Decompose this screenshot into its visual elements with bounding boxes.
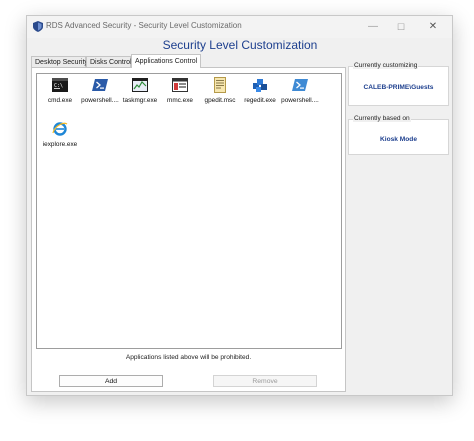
app-label: taskmgr.exe [122, 97, 158, 104]
list-item[interactable]: mmc.exe [160, 77, 200, 104]
currently-based-on-group: Currently based on Kiosk Mode [348, 115, 449, 155]
list-item[interactable]: powershell.... [280, 77, 320, 104]
powershell-icon [92, 79, 108, 91]
regedit-icon [253, 79, 267, 92]
app-label: cmd.exe [47, 97, 73, 104]
app-label: powershell.... [281, 97, 319, 104]
group-title: Currently customizing [353, 62, 419, 69]
list-item[interactable]: regedit.exe [240, 77, 280, 104]
list-item[interactable]: C:\ cmd.exe [40, 77, 80, 104]
customizing-target: CALEB-PRIME\Guests [363, 84, 434, 91]
gpedit-icon [214, 77, 226, 93]
close-button[interactable]: ✕ [420, 18, 446, 36]
window-title: RDS Advanced Security - Security Level C… [46, 21, 242, 30]
currently-customizing-group: Currently customizing CALEB-PRIME\Guests [348, 62, 449, 106]
shield-icon [33, 21, 43, 32]
remove-button[interactable]: Remove [213, 375, 317, 387]
page-title: Security Level Customization [162, 38, 318, 52]
minimize-button[interactable]: — [360, 18, 386, 36]
mmc-icon [172, 78, 188, 92]
app-label: regedit.exe [244, 97, 276, 104]
group-title: Currently based on [353, 115, 411, 122]
task-manager-icon [132, 78, 148, 92]
title-bar[interactable]: RDS Advanced Security - Security Level C… [27, 16, 452, 38]
tab-desktop-security[interactable]: Desktop Security [31, 56, 88, 67]
tab-disks-control[interactable]: Disks Control [86, 56, 132, 67]
list-item[interactable]: iexplore.exe [40, 121, 80, 148]
app-label: mmc.exe [167, 97, 193, 104]
based-on-profile: Kiosk Mode [379, 136, 417, 143]
list-item[interactable]: gpedit.msc [200, 77, 240, 104]
add-button[interactable]: Add [59, 375, 163, 387]
applications-list[interactable]: C:\ cmd.exe powershell.... taskmgr.exe m… [36, 73, 342, 349]
app-label: iexplore.exe [42, 141, 78, 148]
cmd-icon: C:\ [52, 78, 68, 92]
applications-control-panel: C:\ cmd.exe powershell.... taskmgr.exe m… [31, 67, 346, 392]
app-label: gpedit.msc [204, 97, 236, 104]
maximize-button[interactable]: ☐ [388, 18, 414, 36]
list-note: Applications listed above will be prohib… [125, 354, 252, 361]
app-label: powershell.... [81, 97, 119, 104]
list-item[interactable]: powershell.... [80, 77, 120, 104]
list-item[interactable]: taskmgr.exe [120, 77, 160, 104]
security-level-window: RDS Advanced Security - Security Level C… [26, 15, 453, 396]
internet-explorer-icon [52, 122, 68, 136]
powershell-ise-icon [292, 79, 308, 91]
tab-applications-control[interactable]: Applications Control [131, 54, 201, 68]
